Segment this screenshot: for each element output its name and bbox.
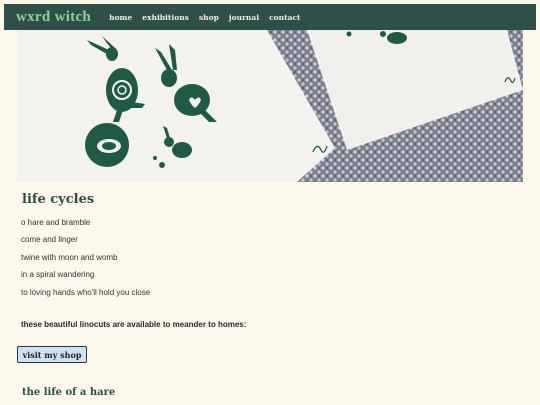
section-title: life cycles [22, 192, 95, 207]
poem-line: in a spiral wandering [21, 270, 95, 279]
nav-journal-link[interactable]: journal [229, 13, 259, 22]
poem-line: o hare and bramble [21, 218, 91, 227]
nav-shop-link[interactable]: shop [199, 13, 219, 22]
site-logo[interactable]: wxrd witch [16, 9, 91, 26]
nav-exhibitions-link[interactable]: exhibitions [142, 13, 189, 22]
poem-line: come and linger [21, 235, 78, 244]
hero-image [17, 30, 523, 182]
top-navbar: wxrd witch home exhibitions shop journal… [4, 4, 536, 30]
shop-note: these beautiful linocuts are available t… [21, 320, 247, 329]
visit-shop-button[interactable]: visit my shop [17, 346, 87, 363]
poem-line: twine with moon and womb [21, 253, 118, 262]
poem-line: to loving hands who'll hold you close [21, 288, 151, 297]
nav-menu: home exhibitions shop journal contact [109, 13, 300, 22]
linocut-prints-photo [17, 30, 523, 182]
section-subtitle: the life of a hare [22, 387, 116, 398]
nav-home-link[interactable]: home [109, 13, 132, 22]
nav-contact-link[interactable]: contact [269, 13, 300, 22]
